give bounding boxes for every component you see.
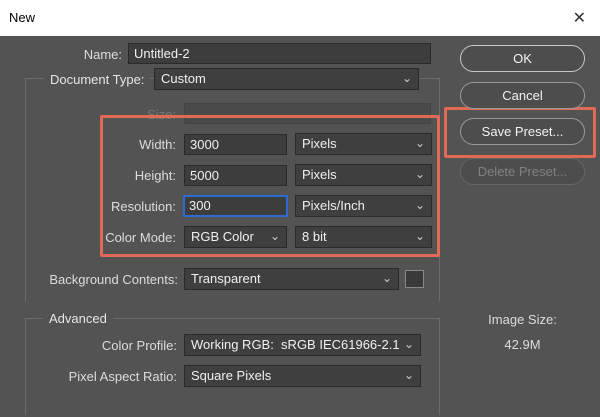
document-type-select[interactable]: Custom ⌄: [154, 68, 419, 90]
chevron-down-icon: ⌄: [403, 368, 414, 382]
image-size-value: 42.9M: [504, 337, 541, 352]
image-size-label: Image Size:: [488, 312, 557, 327]
save-preset-button[interactable]: Save Preset...: [460, 118, 585, 145]
color-profile-value: Working RGB: sRGB IEC61966-2.1: [191, 337, 400, 352]
background-color-swatch[interactable]: [405, 270, 424, 288]
chevron-down-icon: ⌄: [401, 71, 412, 85]
color-profile-label: Color Profile:: [101, 338, 177, 353]
color-profile-select[interactable]: Working RGB: sRGB IEC61966-2.1 ⌄: [184, 334, 421, 356]
document-type-label: Document Type:: [44, 72, 151, 87]
title-bar: New ✕: [0, 0, 600, 36]
pixel-aspect-ratio-label: Pixel Aspect Ratio:: [68, 369, 177, 384]
chevron-down-icon: ⌄: [403, 337, 414, 351]
cancel-button[interactable]: Cancel: [460, 82, 585, 109]
delete-preset-button[interactable]: Delete Preset...: [460, 158, 585, 185]
dimensions-highlight: [100, 115, 440, 257]
window-title: New: [9, 10, 36, 25]
advanced-legend: Advanced: [43, 311, 113, 326]
name-input[interactable]: Untitled-2: [128, 43, 431, 64]
ok-button[interactable]: OK: [460, 45, 585, 72]
chevron-down-icon: ⌄: [381, 271, 392, 285]
close-icon[interactable]: ✕: [573, 8, 586, 28]
pixel-aspect-ratio-select[interactable]: Square Pixels ⌄: [184, 365, 421, 387]
document-type-value: Custom: [161, 71, 206, 86]
name-label: Name:: [83, 47, 122, 62]
background-contents-value: Transparent: [191, 271, 261, 286]
background-contents-label: Background Contents:: [49, 272, 178, 287]
background-contents-select[interactable]: Transparent ⌄: [184, 268, 399, 290]
pixel-aspect-ratio-value: Square Pixels: [191, 368, 272, 383]
